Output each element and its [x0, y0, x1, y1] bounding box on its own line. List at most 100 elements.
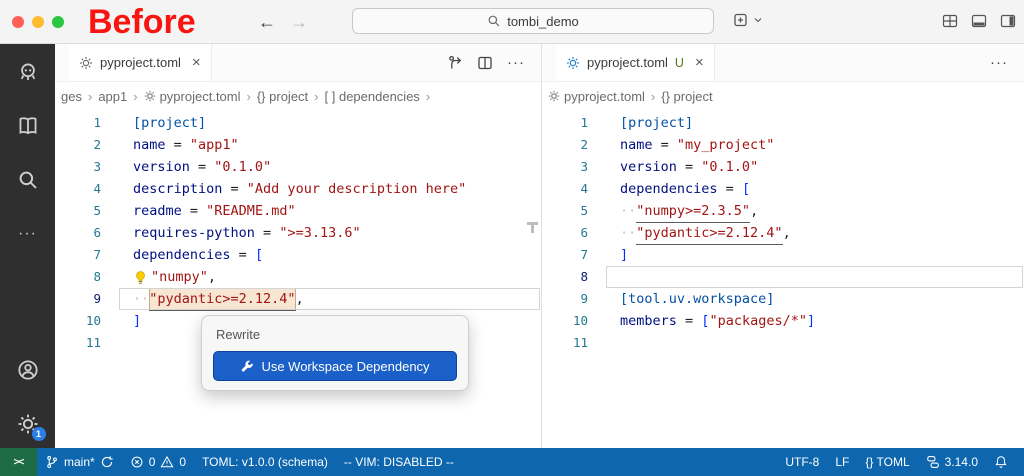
lightbulb-icon[interactable] — [133, 270, 148, 285]
breadcrumb-item[interactable]: {} project — [255, 89, 310, 104]
more-actions-icon[interactable]: ··· — [990, 55, 1008, 70]
code-line[interactable]: 11 — [542, 332, 1024, 354]
customize-layout-icon[interactable] — [942, 13, 958, 29]
line-content: [tool.uv.workspace] — [620, 288, 774, 310]
language-mode-item[interactable]: {} TOML — [857, 448, 917, 476]
close-window-button[interactable] — [12, 15, 24, 28]
code-line[interactable]: 2 name = "app1" — [55, 134, 541, 156]
line-number[interactable]: 6 — [55, 222, 101, 244]
code-line[interactable]: 6 ·· "pydantic>=2.12.4", — [542, 222, 1024, 245]
code-line[interactable]: 5 readme = "README.md" — [55, 200, 541, 222]
code-line[interactable]: 3 version = "0.1.0" — [55, 156, 541, 178]
python-version-item[interactable]: 3.14.0 — [918, 448, 986, 476]
line-content: requires-python = ">=3.13.6" — [133, 222, 361, 244]
bell-icon — [995, 456, 1007, 468]
code-line[interactable]: 8 "numpy", — [55, 266, 541, 289]
line-number[interactable]: 4 — [55, 178, 101, 200]
code-line[interactable]: 9 [tool.uv.workspace] — [542, 288, 1024, 310]
line-number[interactable]: 6 — [542, 222, 588, 244]
line-content: dependencies = [ — [620, 178, 750, 200]
line-number[interactable]: 11 — [55, 332, 101, 354]
line-number[interactable]: 8 — [55, 266, 101, 288]
breadcrumb-item[interactable]: pyproject.toml — [546, 89, 647, 104]
problems-item[interactable]: 0 0 — [122, 448, 194, 476]
close-icon[interactable]: × — [695, 54, 704, 71]
maximize-window-button[interactable] — [52, 15, 64, 28]
line-content: "numpy", — [133, 266, 216, 289]
before-annotation: Before — [88, 2, 196, 41]
more-actions-icon[interactable]: ··· — [507, 55, 525, 70]
forward-button[interactable]: → — [290, 11, 308, 33]
use-workspace-dependency-button[interactable]: Use Workspace Dependency — [213, 351, 457, 381]
notifications-item[interactable] — [986, 448, 1016, 476]
encoding-item[interactable]: UTF-8 — [777, 448, 827, 476]
split-editor-icon[interactable] — [477, 55, 493, 71]
line-number[interactable]: 3 — [542, 156, 588, 178]
eol-item[interactable]: LF — [827, 448, 857, 476]
code-line[interactable]: 4 description = "Add your description her… — [55, 178, 541, 200]
toggle-secondary-sidebar-icon[interactable] — [1000, 13, 1016, 29]
line-number[interactable]: 3 — [55, 156, 101, 178]
line-number[interactable]: 7 — [542, 244, 588, 266]
code-token: dependencies — [133, 247, 231, 263]
code-line[interactable]: 8 — [542, 266, 1024, 288]
line-number[interactable]: 4 — [542, 178, 588, 200]
minimize-window-button[interactable] — [32, 15, 44, 28]
line-number[interactable]: 9 — [542, 288, 588, 310]
vim-status-item[interactable]: -- VIM: DISABLED -- — [336, 448, 462, 476]
code-line[interactable]: 4 dependencies = [ — [542, 178, 1024, 200]
breadcrumb-item[interactable]: ges — [59, 89, 84, 104]
code-line[interactable]: 7 dependencies = [ — [55, 244, 541, 266]
new-window-control[interactable] — [733, 12, 764, 28]
line-number[interactable]: 1 — [55, 112, 101, 134]
back-button[interactable]: ← — [258, 11, 276, 33]
line-number[interactable]: 9 — [55, 288, 101, 310]
code-line[interactable]: 1 [project] — [55, 112, 541, 134]
line-number[interactable]: 10 — [542, 310, 588, 332]
compare-changes-icon[interactable] — [447, 55, 463, 71]
code-line[interactable]: 1 [project] — [542, 112, 1024, 134]
breadcrumb-item[interactable]: pyproject.toml — [142, 89, 243, 104]
close-icon[interactable]: × — [192, 54, 201, 71]
line-number[interactable]: 2 — [55, 134, 101, 156]
code-token: , — [782, 225, 791, 241]
breadcrumb-item[interactable]: {} project — [659, 89, 714, 104]
code-editor-left[interactable]: 1 [project] 2 name = "app1" 3 version = "0.1.… — [55, 110, 541, 448]
line-number[interactable]: 8 — [542, 266, 588, 288]
warning-icon — [160, 455, 174, 468]
breadcrumb-item[interactable]: [ ] dependencies — [323, 89, 422, 104]
code-line[interactable]: 3 version = "0.1.0" — [542, 156, 1024, 178]
tab-pyproject-right[interactable]: pyproject.toml U × — [556, 44, 715, 81]
code-token: description — [133, 181, 223, 197]
line-number[interactable]: 10 — [55, 310, 101, 332]
breadcrumb-label: pyproject.toml — [159, 88, 241, 104]
line-number[interactable]: 5 — [542, 200, 588, 222]
code-line[interactable]: 7] — [542, 244, 1024, 266]
line-number[interactable]: 11 — [542, 332, 588, 354]
line-number[interactable]: 2 — [542, 134, 588, 156]
line-number[interactable]: 7 — [55, 244, 101, 266]
line-number[interactable]: 5 — [55, 200, 101, 222]
breadcrumb-item[interactable]: app1 — [96, 89, 129, 104]
toml-schema-item[interactable]: TOML: v1.0.0 (schema) — [194, 448, 336, 476]
python-icon — [926, 456, 939, 468]
account-icon[interactable] — [16, 358, 40, 382]
code-line[interactable]: 5 ·· "numpy>=2.3.5", — [542, 200, 1024, 223]
wrench-icon — [242, 360, 254, 372]
command-center-search[interactable]: tombi_demo — [352, 8, 714, 34]
remote-indicator[interactable]: >< — [0, 448, 37, 476]
line-number[interactable]: 1 — [542, 112, 588, 134]
more-views-icon[interactable]: ··· — [16, 222, 40, 246]
code-line[interactable]: 10 members = ["packages/*"] — [542, 310, 1024, 332]
tombi-extension-icon[interactable] — [16, 60, 40, 84]
code-line[interactable]: 6 requires-python = ">=3.13.6" — [55, 222, 541, 244]
search-icon[interactable] — [16, 168, 40, 192]
docs-book-icon[interactable] — [16, 114, 40, 138]
git-branch-item[interactable]: main* — [37, 448, 122, 476]
settings-gear-icon[interactable]: 1 — [16, 412, 46, 441]
code-line[interactable]: 2 name = "my_project" — [542, 134, 1024, 156]
code-line[interactable]: 9 ·· "pydantic>=2.12.4", — [55, 287, 541, 311]
toggle-panel-icon[interactable] — [971, 13, 987, 29]
tab-pyproject-left[interactable]: pyproject.toml × — [69, 44, 212, 81]
code-editor-right[interactable]: 1 [project] 2 name = "my_project" 3 version =… — [542, 110, 1024, 448]
